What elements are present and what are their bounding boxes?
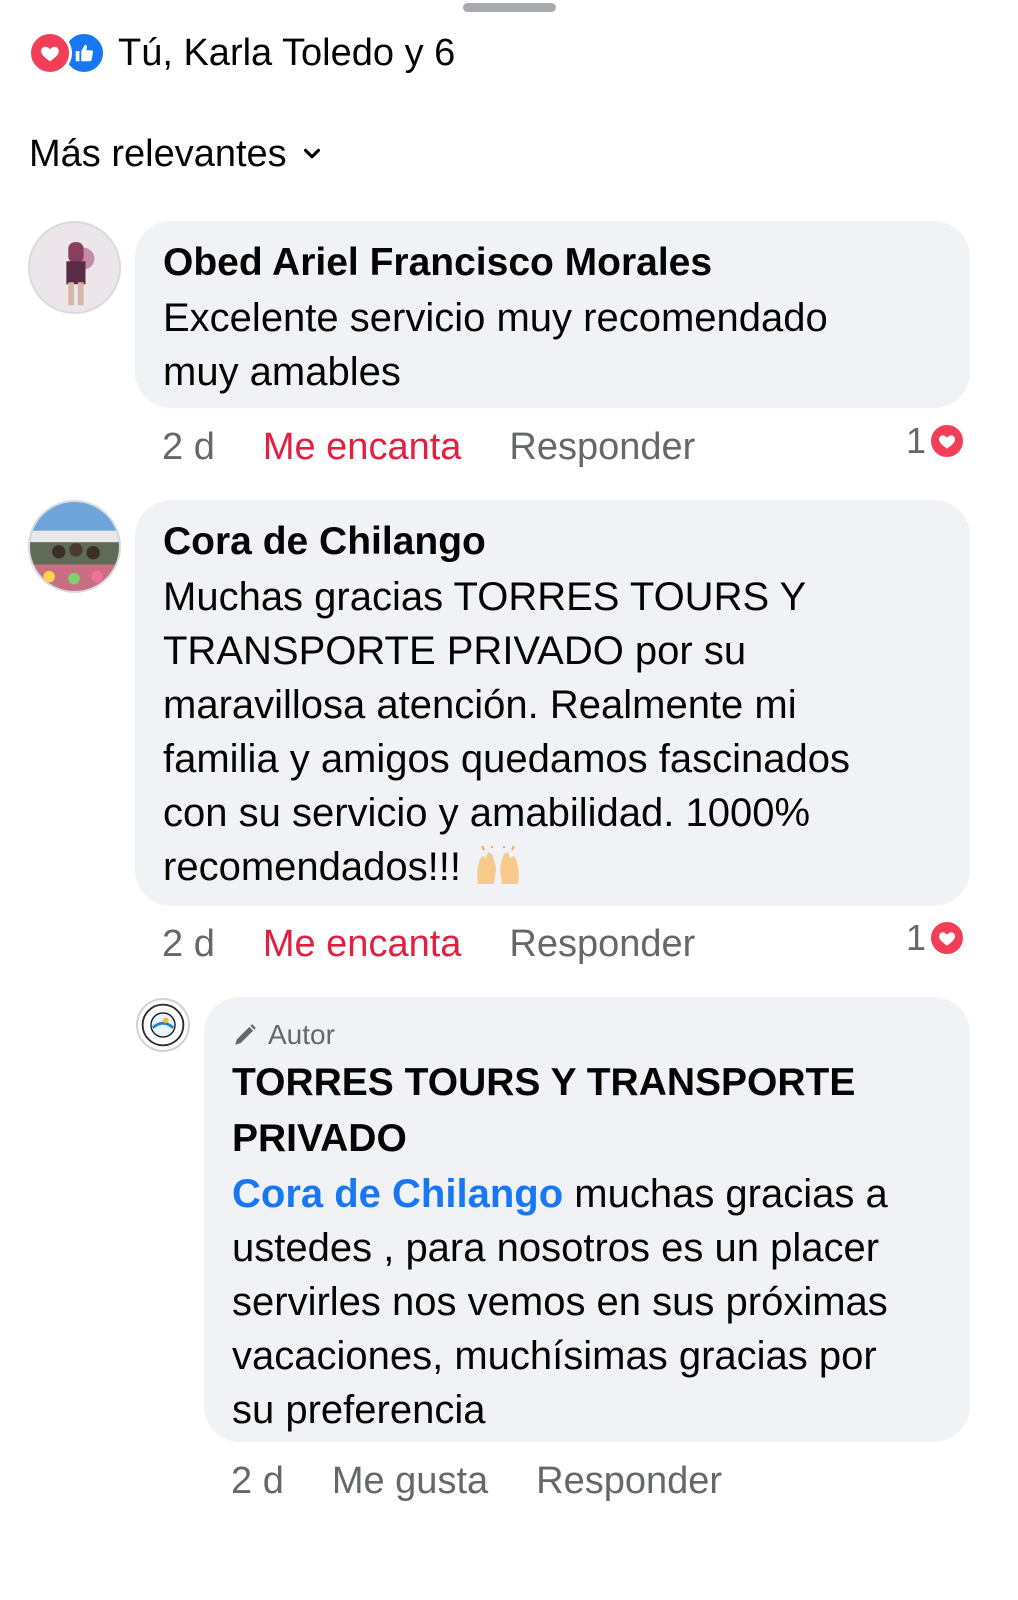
author-badge-label: Autor (268, 1019, 335, 1050)
sort-label: Más relevantes (29, 132, 287, 175)
comment-actions: 2 d Me encanta Responder (162, 918, 743, 970)
reply-author-line: TORRES TOURS Y TRANSPORTE (232, 1061, 856, 1104)
love-icon (928, 422, 967, 460)
comment-time[interactable]: 2 d (162, 923, 215, 966)
reply-author-line: PRIVADO (232, 1117, 407, 1160)
reaction-count-number: 1 (906, 917, 927, 958)
comment-bubble: Obed Ariel Francisco Morales Excelente s… (135, 221, 970, 408)
reply-bubble: Autor TORRES TOURS Y TRANSPORTE PRIVADO … (204, 997, 970, 1442)
comments-sheet: Tú, Karla Toledo y 6 Más relevantes Obed… (0, 0, 1018, 1600)
avatar[interactable] (28, 500, 121, 593)
love-icon (28, 31, 72, 75)
chevron-down-icon (303, 148, 320, 159)
comment-line: maravillosa atención. Realmente mi (163, 683, 797, 727)
comment-text: Muchas gracias TORRES TOURS Y TRANSPORTE… (163, 570, 942, 894)
comment-line: muy amables (163, 350, 401, 394)
comment-line: TRANSPORTE PRIVADO por su (163, 629, 747, 673)
reply-button[interactable]: Responder (509, 923, 695, 966)
comment-line: Excelente servicio muy recomendado (163, 296, 828, 340)
reply-line-text: muchas gracias a (563, 1172, 888, 1216)
comment-time[interactable]: 2 d (162, 426, 215, 469)
like-button[interactable]: Me gusta (332, 1460, 488, 1503)
love-reaction-button[interactable]: Me encanta (263, 923, 462, 966)
reply-author[interactable]: TORRES TOURS Y TRANSPORTE PRIVADO (232, 1055, 942, 1167)
raising-hands-emoji (477, 846, 519, 884)
reply-line: servirles nos vemos en sus próximas (232, 1280, 888, 1324)
comment-line: familia y amigos quedamos fascinados (163, 737, 851, 781)
reply-line: vacaciones, muchísimas gracias por (232, 1334, 877, 1378)
comment-line-text: recomendados!!! (163, 845, 461, 889)
reply-line: su preferencia (232, 1388, 486, 1432)
sort-dropdown[interactable]: Más relevantes (29, 130, 323, 178)
reply-button[interactable]: Responder (536, 1460, 722, 1503)
author-badge: Autor (232, 1015, 942, 1055)
reply-button[interactable]: Responder (509, 426, 695, 469)
love-icon (928, 919, 967, 957)
comment-line: con su servicio y amabilidad. 1000% (163, 791, 811, 835)
avatar[interactable] (28, 221, 121, 314)
love-reaction-button[interactable]: Me encanta (263, 426, 462, 469)
comment-actions: 2 d Me encanta Responder (162, 421, 743, 473)
comment-line: recomendados!!! (163, 840, 942, 894)
drag-handle[interactable] (463, 3, 556, 12)
comment-text: Excelente servicio muy recomendado muy a… (163, 291, 942, 399)
page-avatar[interactable] (136, 998, 190, 1052)
reaction-count[interactable]: 1 (906, 415, 967, 467)
pencil-icon (235, 1024, 256, 1045)
reply-text: Cora de Chilango muchas gracias a ustede… (232, 1167, 942, 1437)
reply-line: ustedes , para nosotros es un placer (232, 1226, 880, 1270)
comment-author[interactable]: Cora de Chilango (163, 514, 942, 570)
reaction-count[interactable]: 1 (906, 912, 967, 964)
comment-author[interactable]: Obed Ariel Francisco Morales (163, 235, 942, 291)
reply-time[interactable]: 2 d (231, 1460, 284, 1503)
reactions-summary[interactable]: Tú, Karla Toledo y 6 (28, 28, 455, 78)
comment-line: Muchas gracias TORRES TOURS Y (163, 575, 807, 619)
mention-link[interactable]: Cora de Chilango (232, 1172, 563, 1216)
comment-bubble: Cora de Chilango Muchas gracias TORRES T… (135, 500, 970, 906)
reply-line: Cora de Chilango muchas gracias a (232, 1167, 942, 1221)
reaction-count-number: 1 (906, 420, 927, 461)
reply-actions: 2 d Me gusta Responder (231, 1455, 770, 1507)
reactions-summary-text: Tú, Karla Toledo y 6 (118, 31, 456, 74)
